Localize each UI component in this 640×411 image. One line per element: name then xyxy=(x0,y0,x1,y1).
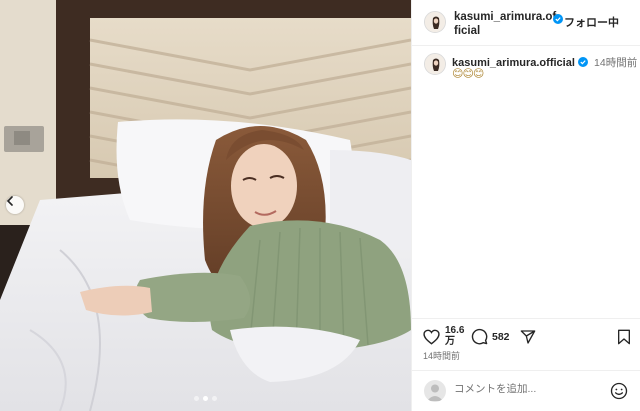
heart-icon[interactable] xyxy=(423,329,440,345)
avatar-image xyxy=(425,12,445,32)
paper-plane-icon[interactable] xyxy=(520,329,536,345)
carousel-dot xyxy=(212,396,217,401)
avatar-image xyxy=(425,54,445,74)
user-placeholder-icon xyxy=(427,384,443,401)
like-count[interactable]: 16.6 万 xyxy=(445,325,465,347)
following-button[interactable]: フォロー中 xyxy=(564,14,619,30)
post-side-panel: kasumi_arimura.official フォロー中 kasumi_ari… xyxy=(411,0,640,411)
verified-badge-icon xyxy=(553,14,563,24)
current-user-avatar xyxy=(424,380,446,402)
carousel-dot-active xyxy=(203,396,208,401)
post-photo[interactable] xyxy=(0,0,411,411)
post-header: kasumi_arimura.official フォロー中 xyxy=(412,0,640,46)
bookmark-icon[interactable] xyxy=(617,329,631,345)
comment-count[interactable]: 582 xyxy=(492,331,510,343)
carousel-indicator xyxy=(0,396,411,401)
avatar[interactable] xyxy=(424,53,446,75)
like-count-number: 16.6 xyxy=(445,325,465,336)
like-count-unit: 万 xyxy=(445,336,455,347)
post-image xyxy=(0,0,411,411)
comment-box xyxy=(412,370,640,411)
verified-badge-icon xyxy=(577,57,588,67)
emoji-smiley-icon[interactable] xyxy=(610,382,628,400)
avatar[interactable] xyxy=(424,11,446,33)
post-timestamp[interactable]: 14時間前 xyxy=(423,349,460,362)
carousel-dot xyxy=(194,396,199,401)
caption-timestamp[interactable]: 14時間前 xyxy=(594,57,637,69)
carousel-prev-button[interactable] xyxy=(6,196,24,214)
caption-text: 😊😊😊 xyxy=(452,68,484,80)
chevron-left-icon xyxy=(6,196,13,206)
comment-input[interactable] xyxy=(454,383,604,395)
header-username[interactable]: kasumi_arimura.official xyxy=(454,10,558,38)
comment-bubble-icon[interactable] xyxy=(471,328,488,345)
